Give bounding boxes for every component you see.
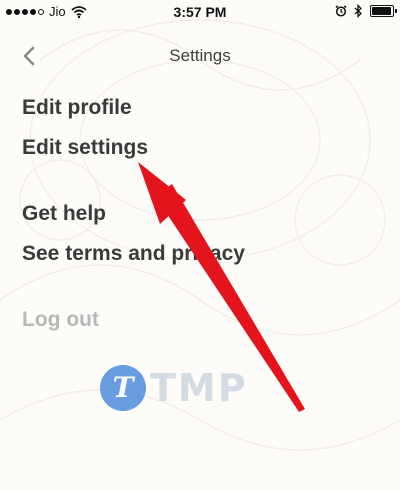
navigation-bar: Settings bbox=[0, 36, 400, 76]
watermark-text: TMP bbox=[150, 366, 248, 410]
watermark-emblem: T bbox=[100, 365, 146, 411]
edit-settings-link[interactable]: Edit settings bbox=[22, 136, 148, 160]
status-bar: Jio 3:57 PM bbox=[0, 0, 400, 24]
edit-profile-link[interactable]: Edit profile bbox=[22, 96, 132, 120]
battery-icon bbox=[370, 5, 397, 17]
terms-privacy-link[interactable]: See terms and privacy bbox=[22, 242, 245, 266]
log-out-link[interactable]: Log out bbox=[22, 308, 99, 332]
alarm-icon bbox=[335, 5, 347, 17]
bluetooth-icon bbox=[354, 4, 362, 18]
get-help-link[interactable]: Get help bbox=[22, 202, 106, 226]
page-title: Settings bbox=[169, 46, 231, 65]
battery-level bbox=[372, 7, 391, 15]
watermark-logo: T TMP bbox=[100, 365, 248, 411]
